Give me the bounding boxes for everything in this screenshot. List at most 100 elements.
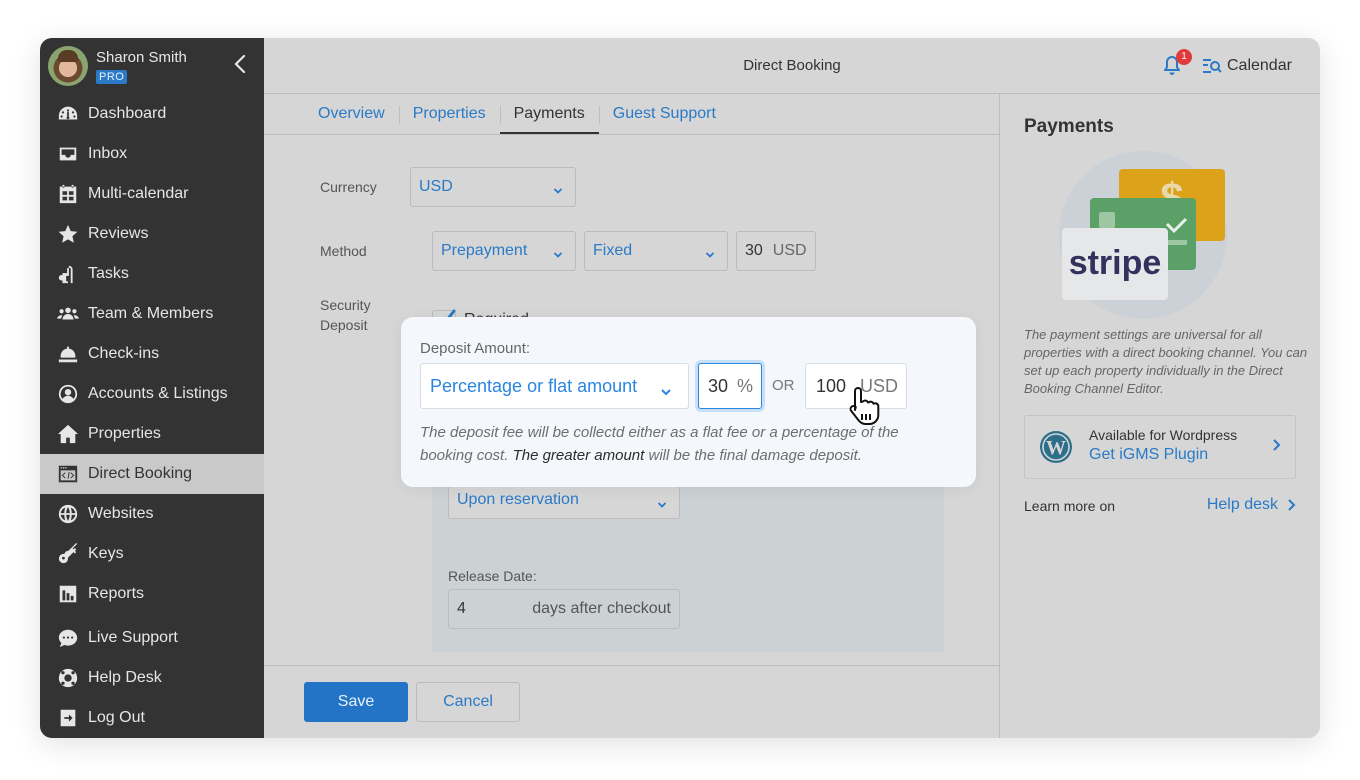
sidebar-item-live-support[interactable]: Live Support <box>40 618 264 658</box>
calendar-search-icon <box>1203 59 1222 73</box>
get-plugin-link[interactable]: Get iGMS Plugin <box>1089 446 1208 464</box>
code-window-icon <box>56 462 80 486</box>
collapse-sidebar-button[interactable] <box>230 54 250 78</box>
deposit-percent-unit: % <box>737 375 754 396</box>
sidebar-item-accounts-listings[interactable]: Accounts & Listings <box>40 374 264 414</box>
release-days-value: 4 <box>457 600 466 617</box>
deposit-type-value: Percentage or flat amount <box>430 375 638 396</box>
wordpress-logo-icon: W <box>1040 431 1072 463</box>
tab-bar: Overview Properties Payments Guest Suppo… <box>304 94 730 135</box>
sidebar-item-check-ins[interactable]: Check-ins <box>40 334 264 374</box>
sidebar-item-reviews[interactable]: Reviews <box>40 214 264 254</box>
tab-payments[interactable]: Payments <box>499 94 599 135</box>
sidebar-item-keys[interactable]: Keys <box>40 534 264 574</box>
deposit-note: The deposit fee will be collectd either … <box>420 421 920 467</box>
deposit-flat-input[interactable]: 100 USD <box>805 363 907 409</box>
globe-icon <box>56 502 80 526</box>
method-mode-select[interactable]: Fixed <box>584 231 728 271</box>
bar-chart-icon <box>56 582 80 606</box>
user-circle-icon <box>56 382 80 406</box>
method-amount-value: 30 <box>745 242 763 259</box>
sidebar-item-help-desk[interactable]: Help Desk <box>40 658 264 698</box>
sidebar-item-label: Accounts & Listings <box>88 385 228 402</box>
home-icon <box>56 422 80 446</box>
method-mode-value: Fixed <box>593 242 633 259</box>
currency-select[interactable]: USD <box>410 167 576 207</box>
tab-properties[interactable]: Properties <box>398 94 500 134</box>
pro-badge: PRO <box>96 70 128 84</box>
service-bell-icon <box>56 342 80 366</box>
side-panel-title: Payments <box>1024 116 1114 137</box>
tabs-divider <box>264 134 1000 135</box>
logout-icon <box>56 706 80 730</box>
sidebar-item-inbox[interactable]: Inbox <box>40 134 264 174</box>
sidebar-item-label: Inbox <box>88 145 128 162</box>
tab-overview[interactable]: Overview <box>304 94 399 134</box>
vacuum-cleaner-icon <box>56 262 80 286</box>
collection-time-value: Upon reservation <box>457 491 579 508</box>
sidebar-item-label: Keys <box>88 545 124 562</box>
inbox-tray-icon <box>56 142 80 166</box>
sidebar-item-label: Help Desk <box>88 669 162 686</box>
sidebar-item-log-out[interactable]: Log Out <box>40 698 264 738</box>
chevron-down-icon <box>705 246 715 258</box>
method-type-value: Prepayment <box>441 242 528 259</box>
method-type-select[interactable]: Prepayment <box>432 231 576 271</box>
dashboard-gauge-icon <box>56 102 80 126</box>
method-label: Method <box>320 243 367 259</box>
deposit-percent-input[interactable]: 30 % <box>698 363 762 409</box>
cancel-button[interactable]: Cancel <box>416 682 520 722</box>
deposit-note-text-end: will be the final damage deposit. <box>644 447 862 464</box>
calendar-search-button[interactable]: Calendar <box>1202 54 1292 78</box>
sidebar-item-label: Multi-calendar <box>88 185 189 202</box>
or-label: OR <box>772 377 795 394</box>
wordpress-title: Available for Wordpress <box>1089 427 1238 443</box>
sidebar-item-multi-calendar[interactable]: Multi-calendar <box>40 174 264 214</box>
payments-info-panel: Payments $ stripe The payment settings a… <box>1001 94 1320 738</box>
sidebar-item-websites[interactable]: Websites <box>40 494 264 534</box>
chevron-right-icon <box>1273 439 1281 451</box>
sidebar-item-dashboard[interactable]: Dashboard <box>40 94 264 134</box>
svg-text:W: W <box>1046 437 1066 459</box>
method-amount-input[interactable]: 30 USD <box>736 231 816 271</box>
deposit-type-select[interactable]: Percentage or flat amount <box>420 363 689 409</box>
side-panel-description: The payment settings are universal for a… <box>1024 327 1308 396</box>
sidebar-item-direct-booking[interactable]: Direct Booking <box>40 454 264 494</box>
main-area: Direct Booking 1 Calendar Overview Prope… <box>264 38 1320 738</box>
sidebar-item-label: Tasks <box>88 265 129 282</box>
sidebar-item-tasks[interactable]: Tasks <box>40 254 264 294</box>
deposit-amount-label: Deposit Amount: <box>420 340 531 357</box>
sidebar-item-reports[interactable]: Reports <box>40 574 264 614</box>
notifications-button[interactable]: 1 <box>1162 49 1192 78</box>
release-days-input[interactable]: 4 days after checkout <box>448 589 680 629</box>
wordpress-plugin-card[interactable]: W Available for Wordpress Get iGMS Plugi… <box>1024 415 1296 479</box>
sidebar-item-label: Properties <box>88 425 161 442</box>
deposit-flat-value: 100 <box>816 375 847 396</box>
sidebar-item-label: Team & Members <box>88 305 214 322</box>
chevron-left-icon <box>234 54 246 74</box>
chevron-down-icon <box>657 496 667 508</box>
chevron-right-icon <box>1288 499 1296 511</box>
tab-guest-support[interactable]: Guest Support <box>598 94 730 134</box>
lifebuoy-icon <box>56 666 80 690</box>
chevron-down-icon <box>660 381 672 402</box>
learn-more-label: Learn more on <box>1024 498 1116 514</box>
currency-label: Currency <box>320 179 377 195</box>
sidebar-item-label: Websites <box>88 505 154 522</box>
sidebar-item-team-members[interactable]: Team & Members <box>40 294 264 334</box>
deposit-note-emphasis: The greater amount <box>512 447 645 464</box>
sidebar-item-label: Dashboard <box>88 105 167 122</box>
sidebar-item-properties[interactable]: Properties <box>40 414 264 454</box>
sidebar-nav: Dashboard Inbox Multi-calendar Reviews T… <box>40 94 264 738</box>
avatar <box>48 46 88 86</box>
notification-count-badge: 1 <box>1176 49 1192 65</box>
security-deposit-label-line2: Deposit <box>320 317 368 333</box>
deposit-percent-value: 30 <box>708 375 729 396</box>
help-desk-link[interactable]: Help desk <box>1207 496 1296 514</box>
user-profile[interactable]: Sharon Smith PRO <box>40 38 264 94</box>
security-deposit-label-line1: Security <box>320 297 371 313</box>
save-button[interactable]: Save <box>304 682 408 722</box>
sidebar-item-label: Live Support <box>88 629 178 646</box>
sidebar: Sharon Smith PRO Dashboard Inbox Multi-c… <box>40 38 264 738</box>
chevron-down-icon <box>553 182 563 194</box>
